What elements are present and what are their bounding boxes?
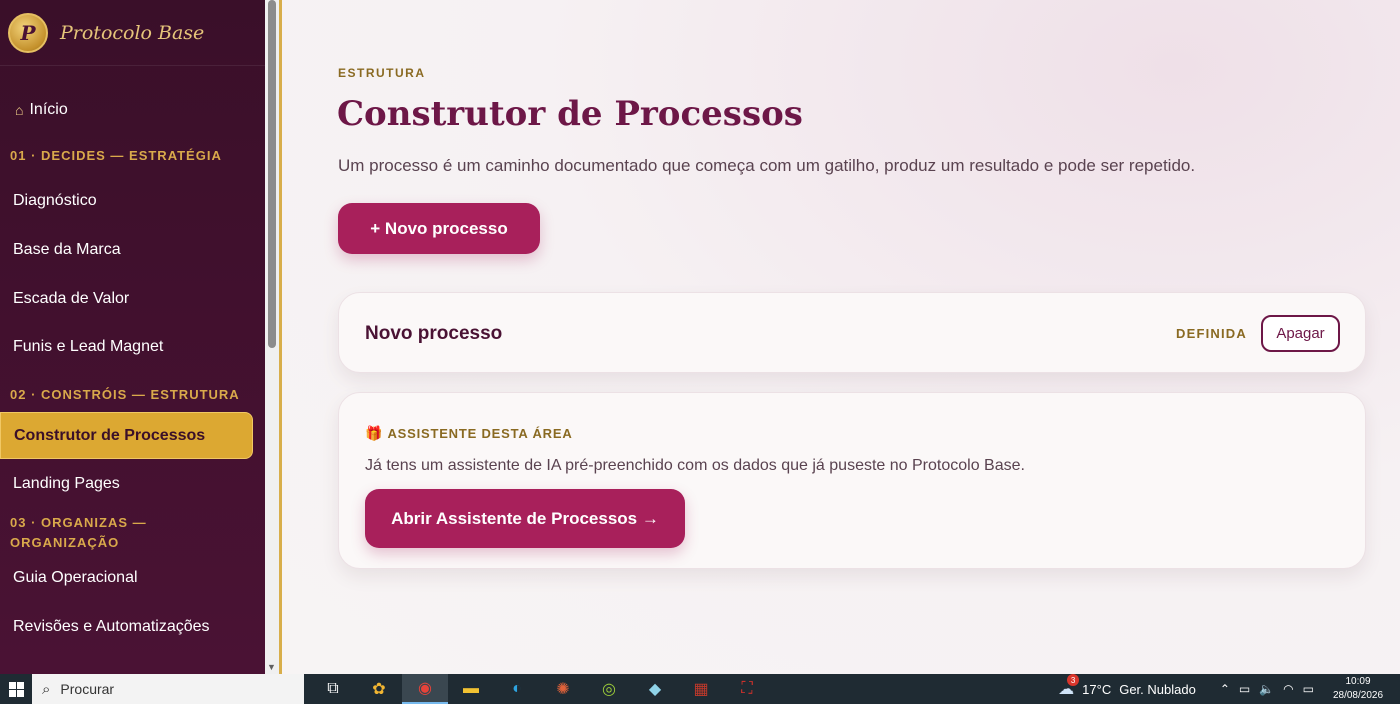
taskbar-apps: ⧉ ✿ ◉ ▬ ◐ ✺ ◎ ◆ ▦ ⛶ [310, 674, 770, 704]
chevron-up-icon[interactable]: ⌃ [1220, 682, 1230, 696]
process-name[interactable]: Novo processo [365, 323, 502, 345]
sidebar-item-guia-operacional[interactable]: Guia Operacional [0, 553, 265, 603]
sidebar-item-revisoes[interactable]: Revisões e Automatizações [0, 603, 265, 651]
acrobat-icon[interactable]: ⛶ [724, 674, 770, 704]
sidebar-item-label: Construtor de Processos [14, 426, 206, 444]
page-eyebrow: ESTRUTURA [338, 66, 426, 80]
wifi-icon[interactable]: ◠ [1283, 682, 1293, 696]
page-title: Construtor de Processos [337, 94, 803, 134]
sidebar-item-construtor-processos[interactable]: Construtor de Processos [0, 412, 253, 459]
section-title-structure: 02 · CONSTRÓIS — ESTRUTURA [10, 387, 240, 402]
status-badge: DEFINIDA [1176, 326, 1247, 341]
clock-time: 10:09 [1345, 676, 1371, 687]
delete-button[interactable]: Apagar [1261, 315, 1340, 352]
winrar-icon[interactable]: ▦ [678, 674, 724, 704]
main-content: ESTRUTURA Construtor de Processos Um pro… [282, 0, 1400, 674]
app-spiral-icon[interactable]: ◎ [586, 674, 632, 704]
weather-temp: 17°C [1082, 681, 1112, 697]
sidebar-item-diagnostico[interactable]: Diagnóstico [0, 177, 265, 225]
windows-icon [8, 681, 24, 697]
weather-desc: Ger. Nublado [1119, 681, 1196, 697]
sidebar-scrollbar[interactable]: ▼ [265, 0, 279, 674]
sidebar-item-base-marca[interactable]: Base da Marca [0, 225, 265, 275]
edge-icon[interactable]: ◐ [494, 674, 540, 704]
weather-widget[interactable]: ☁ 3 17°C Ger. Nublado [1058, 674, 1196, 699]
brand-name: Protocolo Base [60, 21, 205, 44]
sidebar-item-label: Escada de Valor [13, 290, 130, 307]
taskbar-search[interactable]: ⌕ Procurar [32, 674, 304, 704]
tray-icons: ⌃ ▭ 🔈 ◠ ▭ [1220, 682, 1314, 696]
assistant-text: Já tens um assistente de IA pré-preenchi… [365, 457, 1025, 474]
brand[interactable]: P Protocolo Base [0, 0, 265, 66]
scrollbar-thumb[interactable] [268, 0, 276, 348]
app-notes-icon[interactable]: ◆ [632, 674, 678, 704]
sidebar-item-home[interactable]: ⌂ Início [0, 90, 265, 130]
section-title-strategy: 01 · DECIDES — ESTRATÉGIA [10, 148, 222, 163]
task-view-icon[interactable]: ⧉ [310, 674, 356, 704]
sidebar-item-label: Revisões e Automatizações [13, 618, 210, 635]
sidebar-item-landing-pages[interactable]: Landing Pages [0, 459, 265, 509]
process-card[interactable]: Novo processo DEFINIDA Apagar [338, 292, 1366, 373]
search-icon: ⌕ [42, 680, 51, 698]
sidebar-item-label: Diagnóstico [13, 192, 97, 209]
cloud-icon: ☁ 3 [1058, 674, 1080, 699]
start-button[interactable] [0, 674, 32, 704]
photos-icon[interactable]: ✿ [356, 674, 402, 704]
clock[interactable]: 10:09 28/08/2026 [1328, 675, 1388, 703]
assistant-label: ASSISTENTE DESTA ÁREA [387, 426, 573, 441]
clock-date: 28/08/2026 [1332, 690, 1384, 701]
sidebar-item-escada-valor[interactable]: Escada de Valor [0, 275, 265, 323]
sidebar-item-label: Landing Pages [13, 475, 120, 492]
battery-icon[interactable]: ▭ [1303, 682, 1314, 696]
open-assistant-button[interactable]: Abrir Assistente de Processos → [365, 489, 685, 548]
sidebar: P Protocolo Base ⌂ Início 01 · DECIDES —… [0, 0, 265, 674]
volume-icon[interactable]: 🔈 [1259, 682, 1274, 696]
section-title-line: 03 · ORGANIZAS — [10, 515, 147, 530]
app-burst-icon[interactable]: ✺ [540, 674, 586, 704]
gift-icon: 🎁 [365, 425, 383, 441]
search-placeholder: Procurar [60, 681, 115, 697]
scroll-down-arrow-icon[interactable]: ▼ [267, 662, 276, 672]
home-icon: ⌂ [15, 102, 24, 118]
brand-logo: P [8, 12, 48, 53]
page-description: Um processo é um caminho documentado que… [338, 156, 1196, 175]
sidebar-item-label: Funis e Lead Magnet [13, 338, 164, 355]
sidebar-item-funis[interactable]: Funis e Lead Magnet [0, 323, 265, 371]
assistant-header: 🎁 ASSISTENTE DESTA ÁREA [365, 425, 573, 442]
chrome-icon[interactable]: ◉ [402, 674, 448, 704]
assistant-card: 🎁 ASSISTENTE DESTA ÁREA Já tens um assis… [338, 392, 1366, 569]
section-title-line: ORGANIZAÇÃO [10, 535, 120, 550]
weather-badge: 3 [1067, 674, 1080, 686]
meet-icon[interactable]: ▭ [1239, 682, 1250, 696]
taskbar: ⌕ Procurar ⧉ ✿ ◉ ▬ ◐ ✺ ◎ ◆ ▦ ⛶ ☁ 3 17°C G… [0, 674, 1400, 704]
sidebar-item-label: Guia Operacional [13, 569, 138, 586]
sidebar-item-label: Base da Marca [13, 241, 121, 258]
system-tray: ☁ 3 17°C Ger. Nublado ⌃ ▭ 🔈 ◠ ▭ 10:09 28/… [1058, 674, 1400, 704]
section-title-organization: 03 · ORGANIZAS — ORGANIZAÇÃO [0, 513, 265, 553]
sidebar-item-label: Início [29, 101, 68, 118]
file-explorer-icon[interactable]: ▬ [448, 674, 494, 704]
new-process-button[interactable]: + Novo processo [338, 203, 540, 254]
